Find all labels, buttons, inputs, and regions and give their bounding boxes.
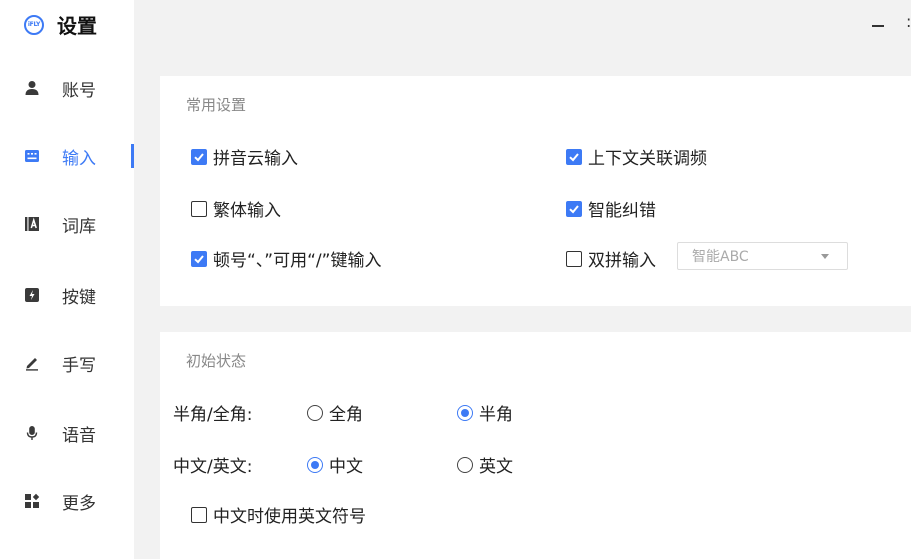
- checkbox-checked-icon: [566, 148, 582, 165]
- radio-unselected-icon: [457, 456, 473, 473]
- title-bar: :: [134, 0, 911, 52]
- sidebar-item-label: 词库: [62, 216, 96, 237]
- key-icon: [24, 287, 40, 303]
- minimize-button[interactable]: [866, 16, 890, 36]
- sidebar-item-label: 更多: [62, 493, 96, 514]
- ifly-logo: iFLY: [24, 14, 44, 35]
- sidebar-item-dictionary[interactable]: 词库: [0, 207, 134, 241]
- checkbox-checked-icon: [191, 148, 207, 165]
- checkbox-unchecked-icon: [191, 200, 207, 217]
- option-label: 上下文关联调频: [588, 149, 707, 169]
- sidebar-item-handwriting[interactable]: 手写: [0, 346, 134, 380]
- radio-selected-icon: [307, 456, 323, 473]
- sidebar-item-label: 按键: [62, 287, 96, 308]
- sidebar-item-keys[interactable]: 按键: [0, 278, 134, 312]
- app-title: 设置: [57, 14, 97, 38]
- common-settings-card: 常用设置 拼音云输入 上下文关联调频 繁体输入 智能纠错 顿号“、”可用“/”键…: [160, 76, 911, 306]
- sidebar-item-voice[interactable]: 语音: [0, 416, 134, 450]
- radio-unselected-icon: [307, 404, 323, 421]
- more-grid-icon: [24, 493, 40, 509]
- pinyin-cloud-checkbox[interactable]: 拼音云输入: [191, 144, 298, 169]
- initial-state-card: 初始状态 半角/全角: 全角 半角 中文/英文: 中文 英文 中文时使用英文符号: [160, 332, 911, 559]
- pen-icon: [24, 355, 40, 371]
- section-title: 初始状态: [186, 352, 247, 370]
- sidebar-item-label: 输入: [62, 148, 96, 169]
- section-title: 常用设置: [186, 96, 247, 114]
- brand: iFLY 设置: [24, 10, 97, 39]
- sidebar-item-label: 语音: [62, 425, 96, 446]
- checkbox-checked-icon: [191, 250, 207, 267]
- smart-correct-checkbox[interactable]: 智能纠错: [566, 196, 656, 221]
- minimize-icon: [872, 25, 884, 27]
- option-label: 智能纠错: [588, 201, 656, 221]
- english-symbols-checkbox[interactable]: 中文时使用英文符号: [191, 502, 366, 527]
- dictionary-icon: [24, 216, 40, 232]
- context-freq-checkbox[interactable]: 上下文关联调频: [566, 144, 707, 169]
- option-label: 英文: [479, 457, 513, 477]
- slash-pause-checkbox[interactable]: 顿号“、”可用“/”键输入: [191, 246, 381, 271]
- traditional-checkbox[interactable]: 繁体输入: [191, 196, 281, 221]
- microphone-icon: [24, 425, 40, 441]
- option-label: 双拼输入: [588, 251, 656, 271]
- double-pinyin-scheme-select[interactable]: 智能ABC: [677, 242, 848, 270]
- radio-selected-icon: [457, 404, 473, 421]
- user-icon: [24, 80, 40, 96]
- english-radio[interactable]: 英文: [457, 452, 513, 477]
- option-label: 繁体输入: [213, 201, 281, 221]
- option-label: 顿号“、”可用“/”键输入: [213, 251, 382, 271]
- half-width-radio[interactable]: 半角: [457, 400, 513, 425]
- active-indicator: [131, 144, 134, 168]
- sidebar-item-more[interactable]: 更多: [0, 484, 134, 518]
- option-label: 中文: [329, 457, 363, 477]
- checkbox-unchecked-icon: [566, 250, 582, 267]
- keyboard-icon: [24, 148, 40, 164]
- width-mode-label: 半角/全角:: [173, 405, 253, 425]
- sidebar-item-account[interactable]: 账号: [0, 71, 134, 105]
- option-label: 半角: [479, 405, 513, 425]
- select-value: 智能ABC: [692, 249, 749, 265]
- chevron-down-icon: [821, 254, 829, 259]
- option-label: 全角: [329, 405, 363, 425]
- sidebar-item-label: 账号: [62, 80, 96, 101]
- chinese-radio[interactable]: 中文: [307, 452, 363, 477]
- double-pinyin-checkbox[interactable]: 双拼输入: [566, 246, 656, 271]
- sidebar-item-input[interactable]: 输入: [0, 139, 134, 173]
- full-width-radio[interactable]: 全角: [307, 400, 363, 425]
- close-button-partial[interactable]: :: [906, 12, 911, 31]
- option-label: 拼音云输入: [213, 149, 298, 169]
- sidebar-item-label: 手写: [62, 355, 96, 376]
- language-mode-label: 中文/英文:: [173, 457, 253, 477]
- checkbox-checked-icon: [566, 200, 582, 217]
- option-label: 中文时使用英文符号: [213, 507, 366, 527]
- checkbox-unchecked-icon: [191, 506, 207, 523]
- sidebar: iFLY 设置 账号 输入 词库 按键 手写 语音 更多: [0, 0, 134, 559]
